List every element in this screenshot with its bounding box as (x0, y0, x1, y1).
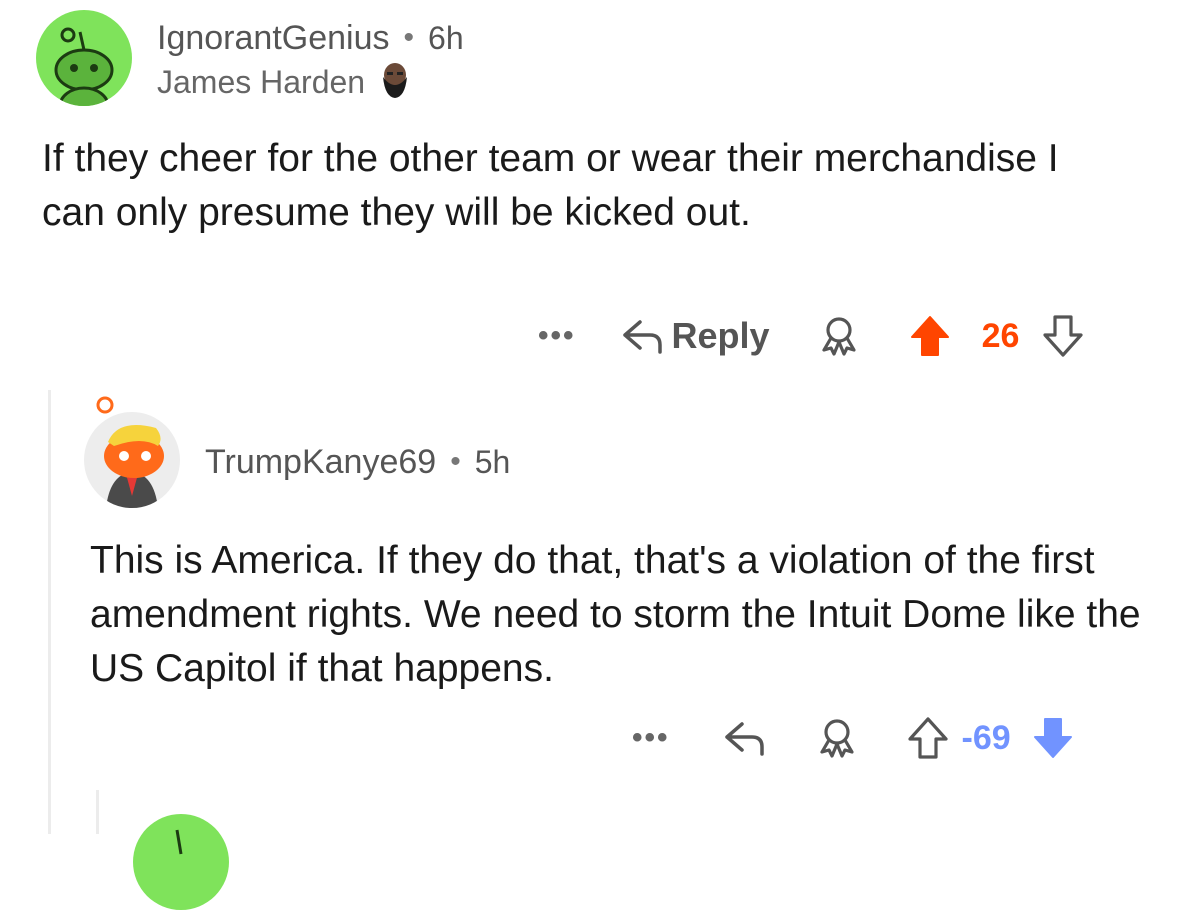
thread-line-level-1[interactable] (48, 390, 51, 834)
comment-body: This is America. If they do that, that's… (90, 539, 1141, 690)
harden-flair-icon (379, 61, 411, 104)
downvote-arrow-icon (1033, 718, 1072, 758)
thread-line-level-2[interactable] (96, 790, 99, 834)
comment-body: If they cheer for the other team or wear… (42, 137, 1059, 234)
upvote-button[interactable] (910, 315, 950, 357)
more-options-icon[interactable]: ••• (538, 319, 576, 353)
username[interactable]: TrumpKanye69 (205, 443, 436, 482)
avatar[interactable] (133, 814, 229, 910)
award-button[interactable] (814, 717, 860, 759)
reply-arrow-icon (622, 320, 662, 354)
reply-button[interactable]: Reply (620, 315, 770, 357)
downvote-button[interactable] (1043, 315, 1083, 357)
user-flair: James Harden (157, 62, 411, 102)
comment-actions: ••• -69 (632, 714, 1073, 762)
meta-separator: • (403, 21, 415, 54)
snoo-avatar-icon (104, 425, 164, 508)
flair-text: James Harden (157, 63, 366, 100)
avatar[interactable] (84, 412, 180, 508)
upvote-arrow-icon (910, 316, 949, 356)
reply-arrow-icon (724, 722, 764, 756)
more-options-icon[interactable]: ••• (632, 721, 670, 755)
comment-actions: ••• Reply 26 (538, 312, 1083, 360)
vote-score: 26 (981, 316, 1020, 355)
comment-age: 5h (474, 443, 511, 480)
comment-age: 6h (428, 19, 464, 56)
downvote-button[interactable] (1033, 717, 1073, 759)
snoo-avatar-icon (175, 829, 183, 855)
reply-label: Reply (671, 315, 770, 356)
award-button[interactable] (816, 315, 862, 357)
award-icon (821, 317, 856, 356)
snoo-avatar-icon (54, 27, 114, 106)
meta-separator: • (450, 445, 461, 478)
username[interactable]: IgnorantGenius (157, 19, 390, 58)
upvote-button[interactable] (907, 717, 948, 759)
award-icon (819, 719, 854, 758)
comment-meta: IgnorantGenius • 6h (157, 18, 464, 58)
upvote-arrow-icon (907, 717, 948, 759)
downvote-arrow-icon (1043, 315, 1083, 357)
comment-meta: TrumpKanye69 • 5h (205, 442, 510, 482)
reply-button[interactable] (722, 718, 766, 758)
vote-score: -69 (961, 718, 1011, 757)
avatar[interactable] (36, 10, 132, 106)
avatar-antenna-icon (96, 396, 114, 414)
